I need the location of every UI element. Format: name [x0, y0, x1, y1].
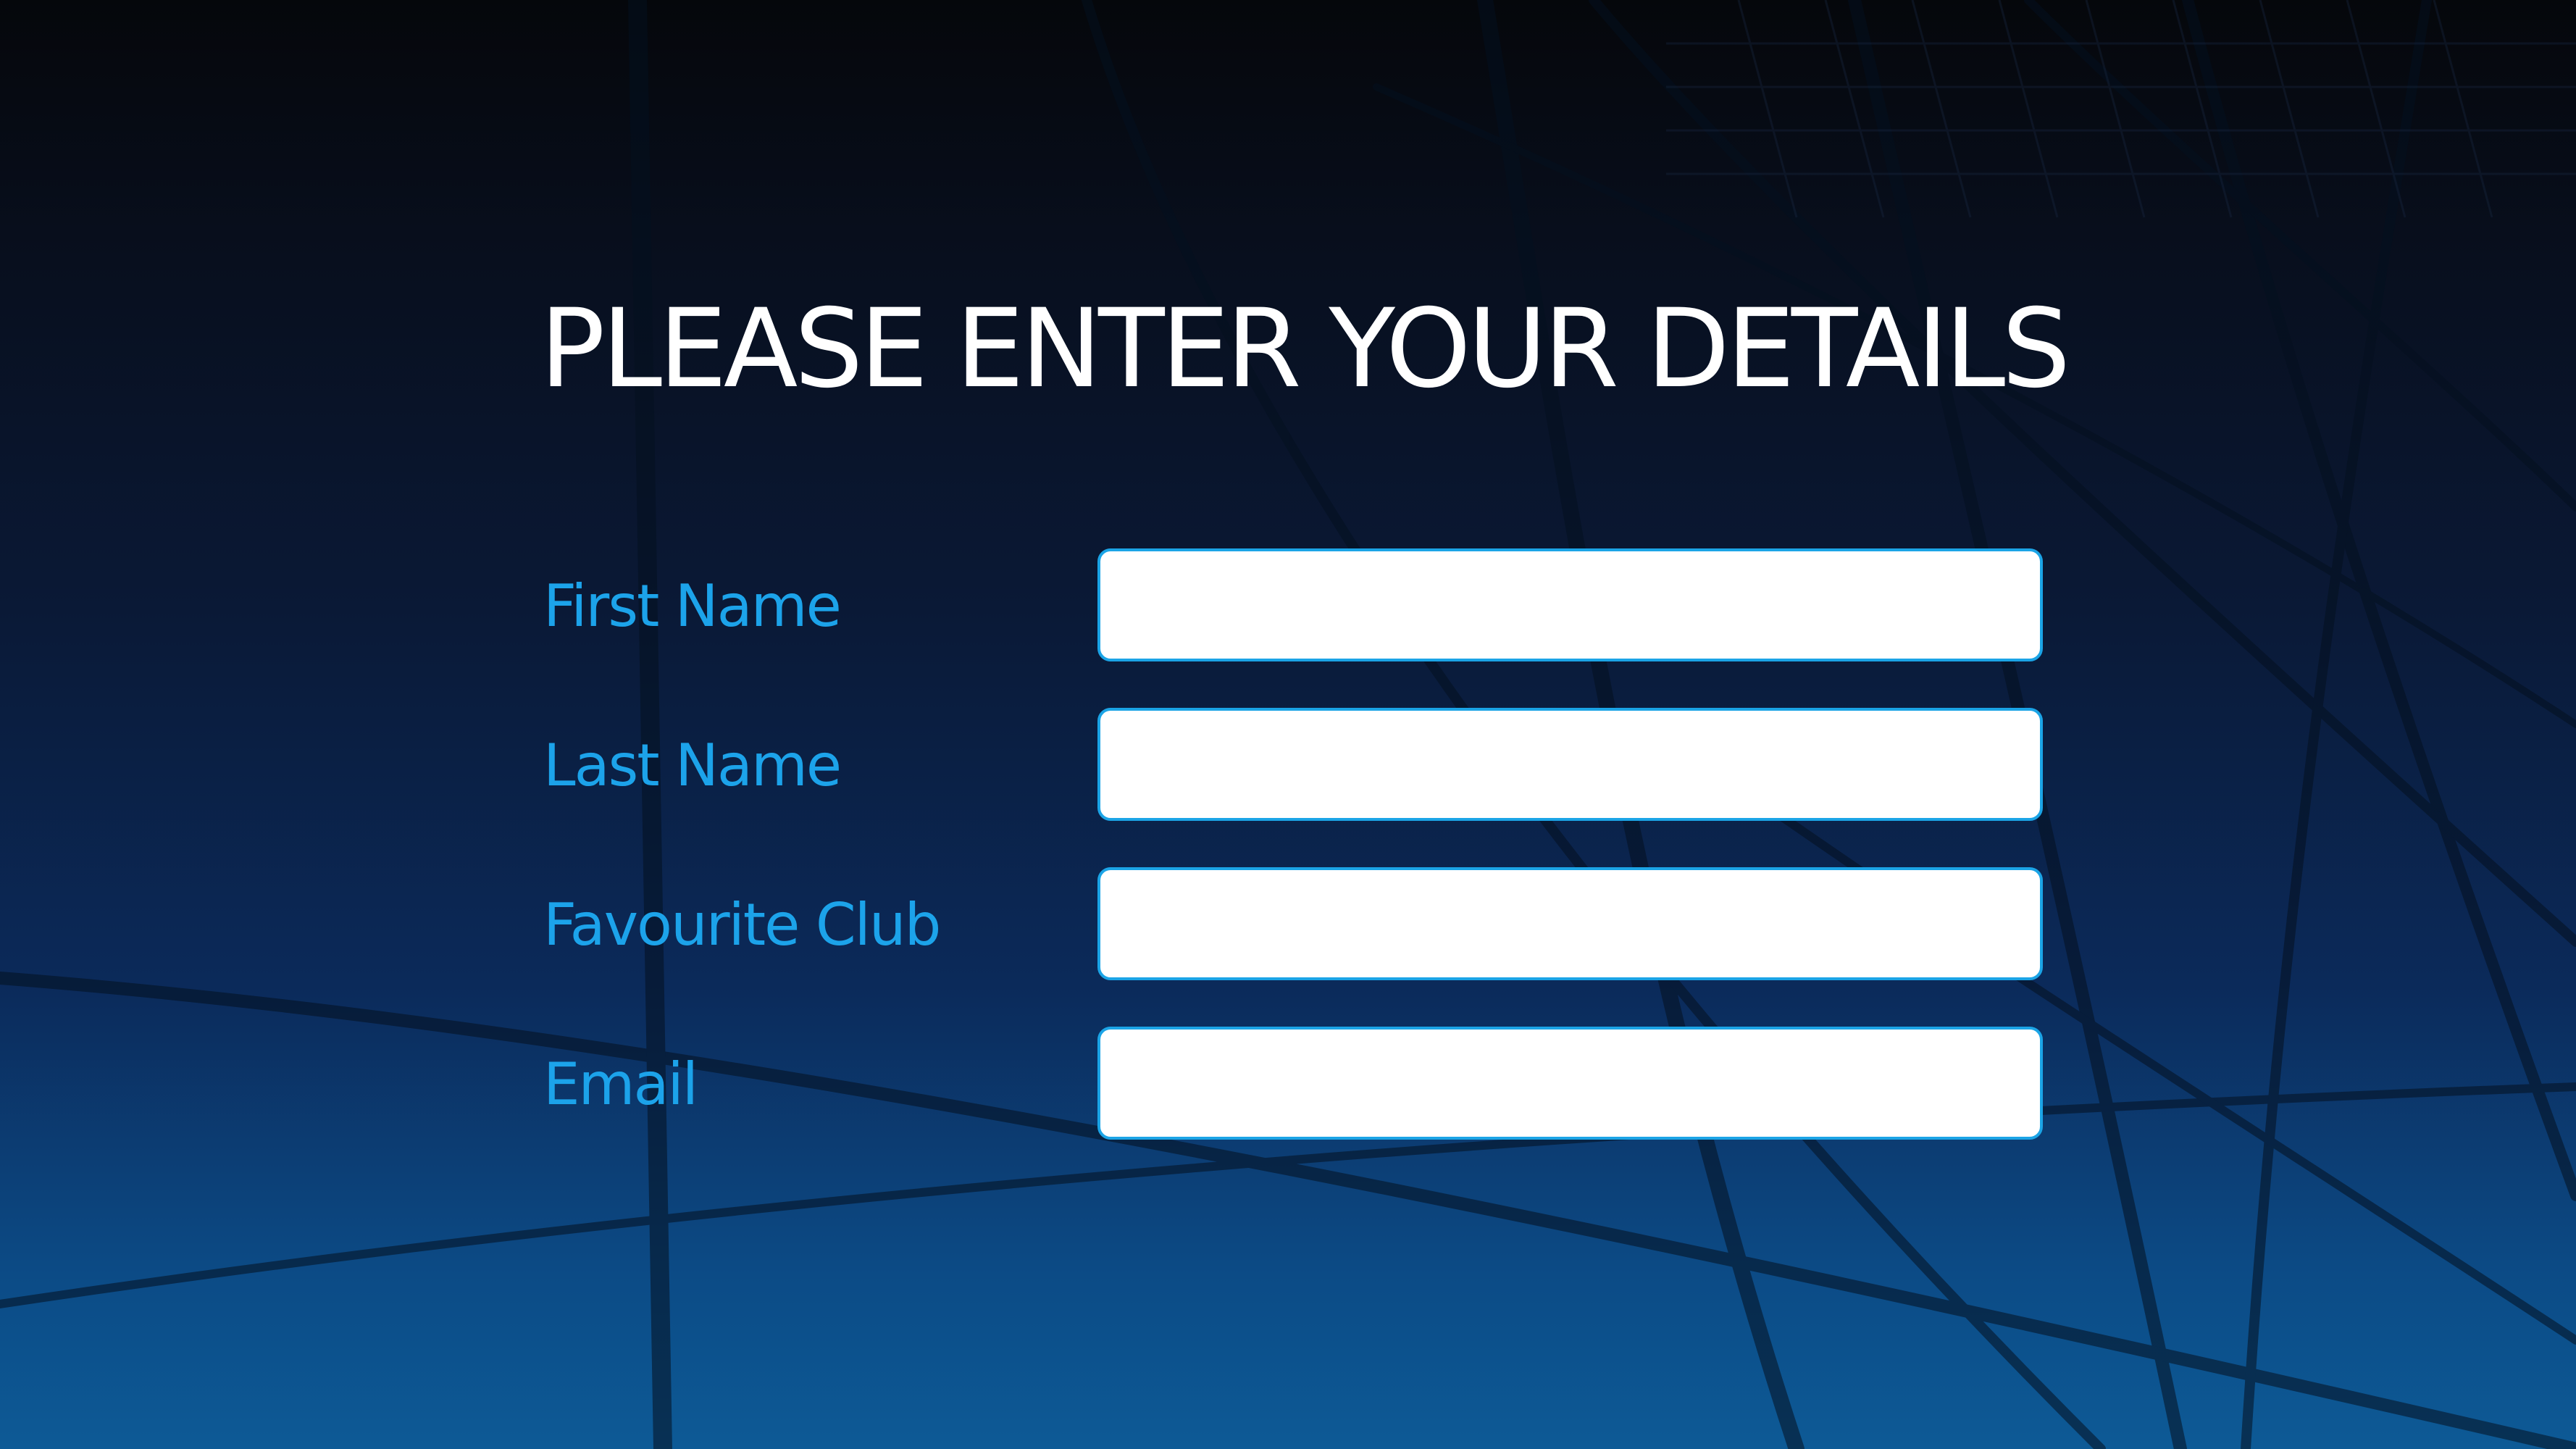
- first-name-label: First Name: [543, 572, 842, 640]
- email-input[interactable]: [1097, 1027, 2043, 1140]
- last-name-label: Last Name: [543, 732, 842, 799]
- email-row: Email: [540, 1027, 2043, 1140]
- page-title: PLEASE ENTER YOUR DETAILS: [540, 286, 2070, 412]
- first-name-input[interactable]: [1097, 548, 2043, 661]
- favourite-club-row: Favourite Club: [540, 867, 2043, 980]
- first-name-row: First Name: [540, 548, 2043, 661]
- favourite-club-label: Favourite Club: [543, 891, 941, 959]
- favourite-club-input[interactable]: [1097, 867, 2043, 980]
- email-label: Email: [543, 1051, 698, 1118]
- last-name-input[interactable]: [1097, 708, 2043, 821]
- last-name-row: Last Name: [540, 708, 2043, 821]
